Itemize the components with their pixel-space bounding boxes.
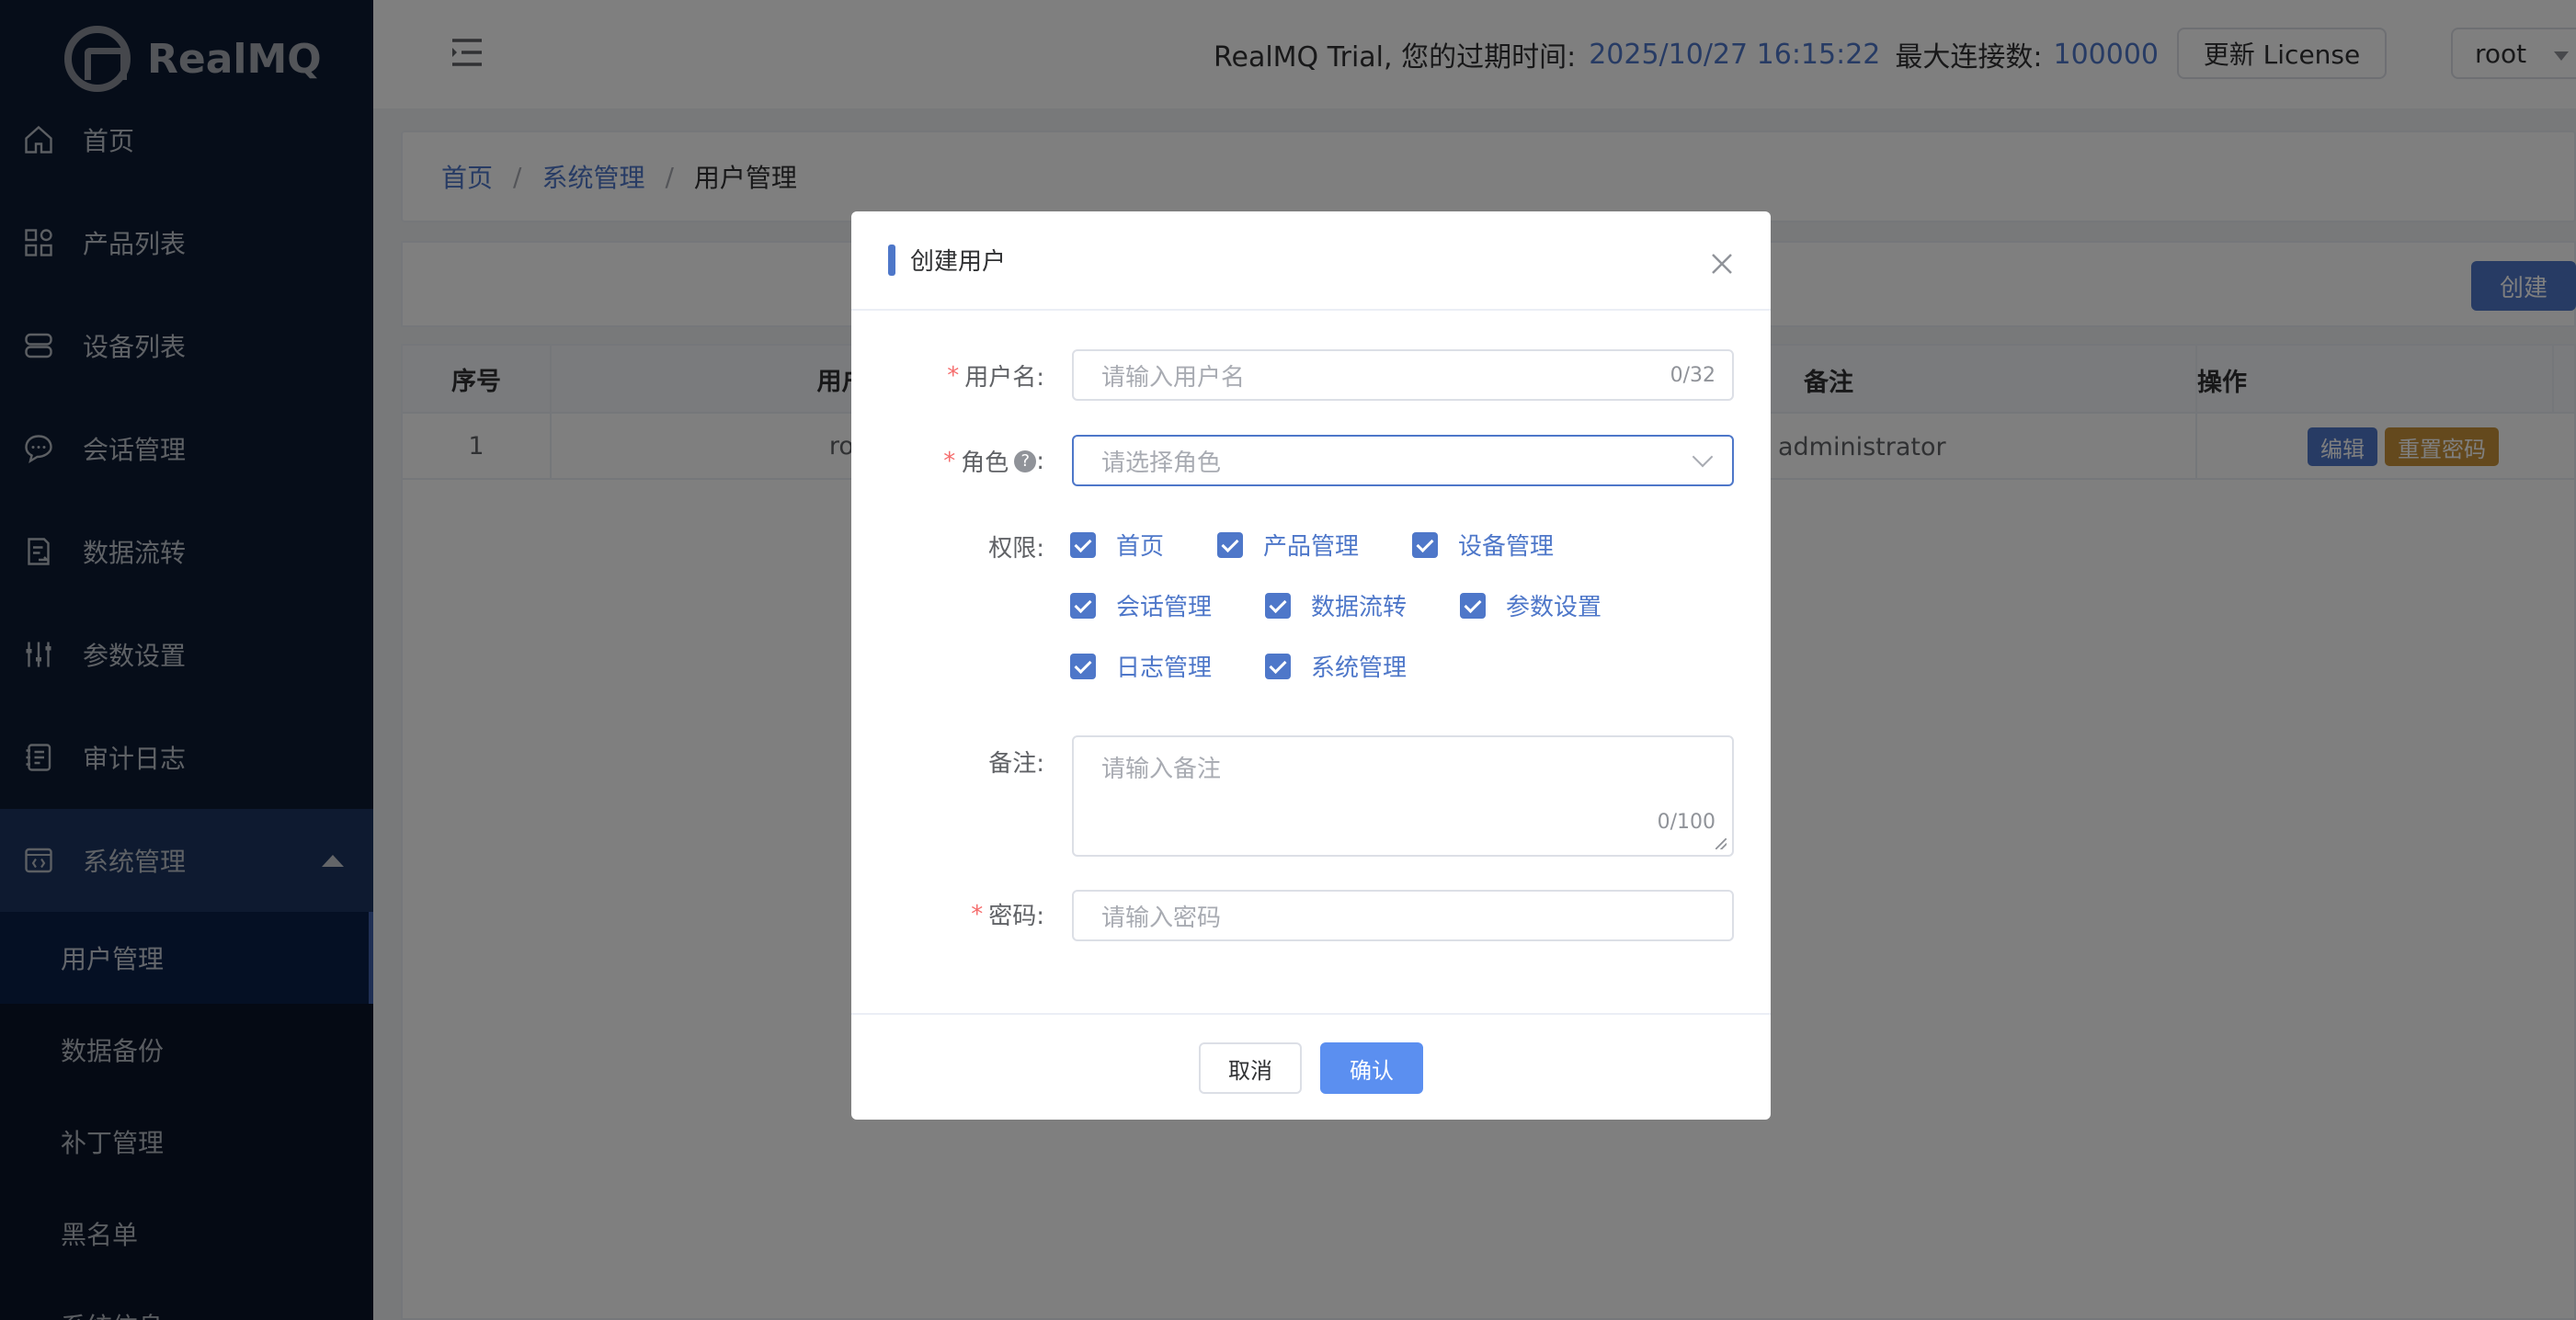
permission-logs[interactable]: 日志管理 xyxy=(1070,649,1212,683)
permission-home[interactable]: 首页 xyxy=(1070,528,1164,562)
dialog-title: 创建用户 xyxy=(910,248,1007,276)
checkbox-checked-icon xyxy=(1217,531,1243,558)
permission-label: 日志管理 xyxy=(1116,654,1213,682)
password-label: * 密码: xyxy=(971,897,1044,931)
role-label-colon: : xyxy=(1036,447,1044,475)
checkbox-checked-icon xyxy=(1460,592,1486,619)
cancel-button[interactable]: 取消 xyxy=(1199,1042,1302,1094)
username-input[interactable]: 请输入用户名 0/32 xyxy=(1072,349,1734,401)
confirm-button[interactable]: 确认 xyxy=(1320,1042,1423,1094)
password-input[interactable]: 请输入密码 xyxy=(1072,890,1734,941)
chevron-down-icon xyxy=(1692,446,1714,468)
permission-label: 参数设置 xyxy=(1506,594,1602,621)
checkbox-checked-icon xyxy=(1070,653,1096,679)
permission-label: 产品管理 xyxy=(1263,533,1360,561)
role-select[interactable]: 请选择角色 xyxy=(1072,435,1734,486)
permissions-label: 权限: xyxy=(988,535,1044,563)
role-placeholder: 请选择角色 xyxy=(1101,449,1222,477)
checkbox-checked-icon xyxy=(1412,531,1438,558)
permission-label: 数据流转 xyxy=(1311,594,1408,621)
permission-devices[interactable]: 设备管理 xyxy=(1412,528,1554,562)
permission-sessions[interactable]: 会话管理 xyxy=(1070,588,1212,622)
username-counter: 0/32 xyxy=(1670,363,1715,387)
remark-counter: 0/100 xyxy=(1657,811,1715,834)
permission-label: 会话管理 xyxy=(1116,594,1213,621)
create-user-dialog: 创建用户 * 用户名: 请输入用户名 0/32 * 角色 ? : 请选择角色 权… xyxy=(851,211,1771,1120)
permission-system[interactable]: 系统管理 xyxy=(1265,649,1407,683)
dialog-header: 创建用户 xyxy=(851,211,1771,311)
resize-handle-icon[interactable] xyxy=(1715,838,1727,849)
dialog-footer-divider xyxy=(851,1013,1771,1015)
close-icon[interactable] xyxy=(1710,252,1734,276)
remark-placeholder: 请输入备注 xyxy=(1101,756,1222,783)
required-mark: * xyxy=(943,447,956,475)
remark-textarea[interactable]: 请输入备注 0/100 xyxy=(1072,735,1734,857)
role-label-text: 角色 xyxy=(961,449,1009,477)
checkbox-checked-icon xyxy=(1070,592,1096,619)
checkbox-checked-icon xyxy=(1265,592,1291,619)
username-placeholder: 请输入用户名 xyxy=(1101,363,1246,392)
permission-data-flow[interactable]: 数据流转 xyxy=(1265,588,1407,622)
username-label-text: 用户名: xyxy=(964,364,1044,392)
password-placeholder: 请输入密码 xyxy=(1101,904,1222,932)
permission-products[interactable]: 产品管理 xyxy=(1217,528,1359,562)
permission-label: 首页 xyxy=(1116,533,1165,561)
help-circle-icon[interactable]: ? xyxy=(1014,449,1037,472)
required-mark: * xyxy=(947,361,960,390)
username-label: * 用户名: xyxy=(947,358,1044,393)
checkbox-checked-icon xyxy=(1070,531,1096,558)
required-mark: * xyxy=(971,900,984,928)
title-accent-bar xyxy=(888,245,895,276)
permission-settings[interactable]: 参数设置 xyxy=(1460,588,1601,622)
checkbox-checked-icon xyxy=(1265,653,1291,679)
permission-label: 系统管理 xyxy=(1311,654,1408,682)
password-label-text: 密码: xyxy=(988,903,1044,930)
permission-label: 设备管理 xyxy=(1458,533,1555,561)
remark-label: 备注: xyxy=(988,750,1044,778)
role-label: * 角色 ? : xyxy=(943,444,1044,478)
